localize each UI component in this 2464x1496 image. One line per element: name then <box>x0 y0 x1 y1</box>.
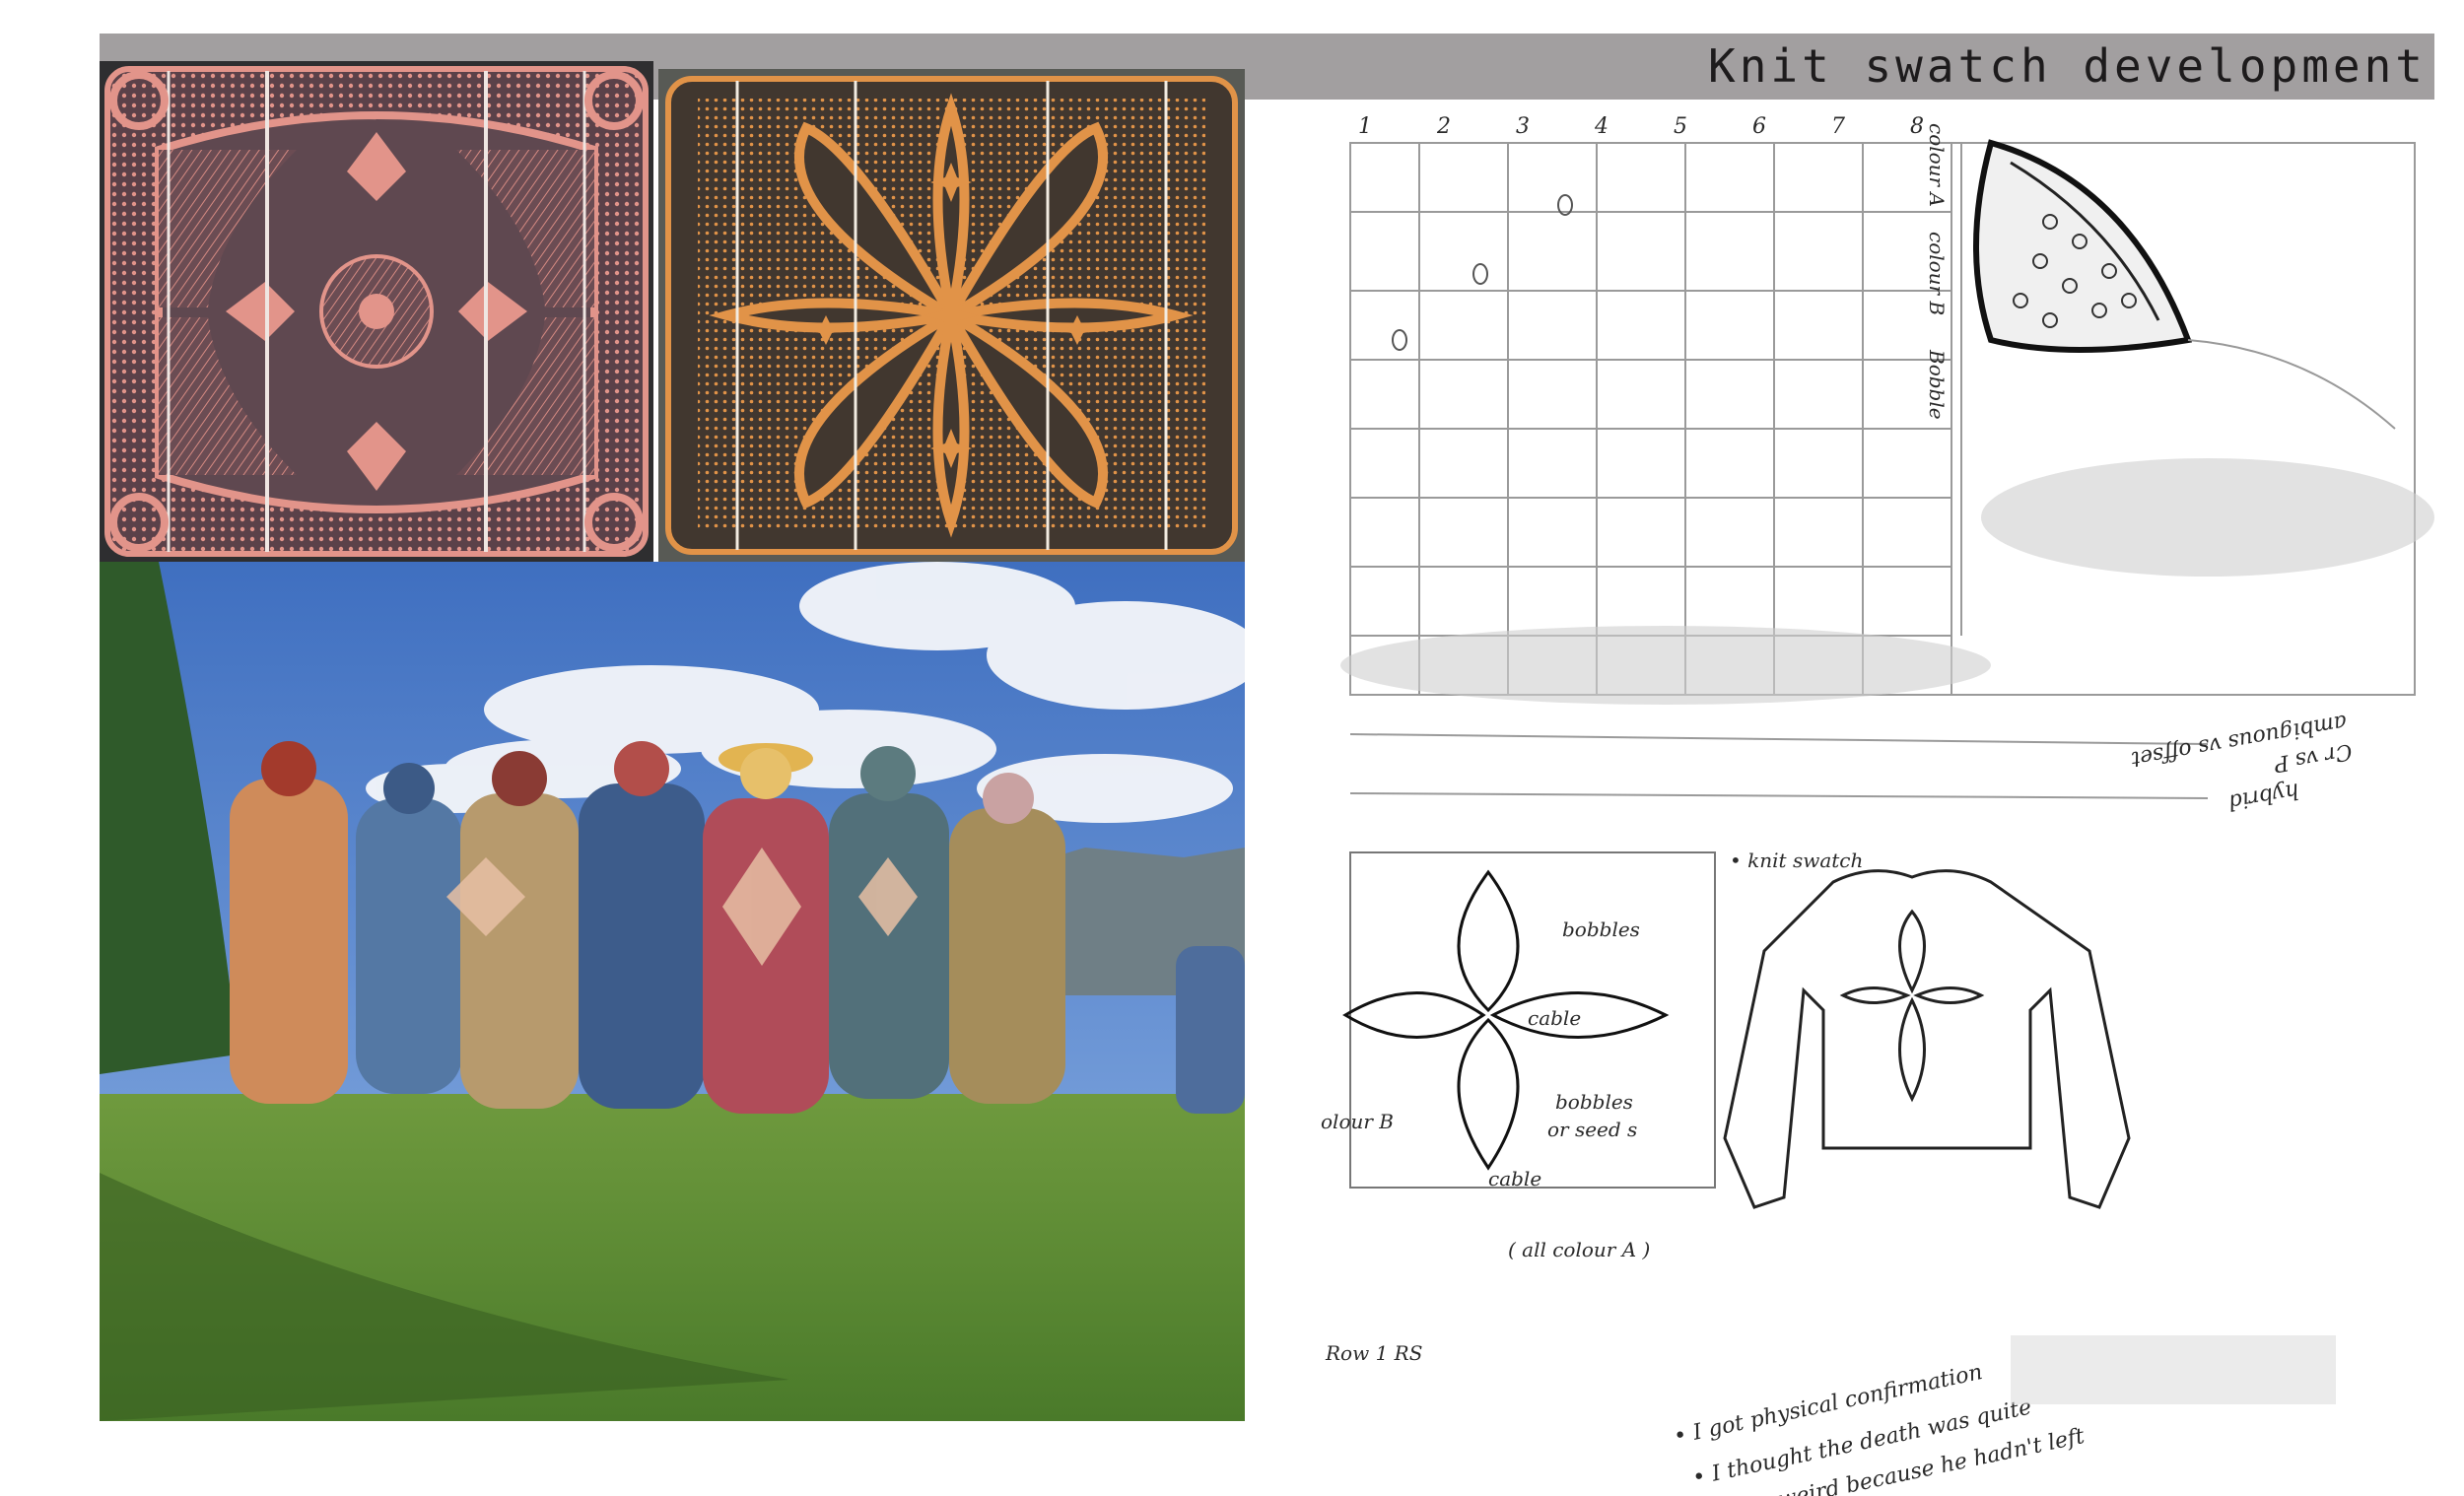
note-all-colour: ( all colour A ) <box>1508 1238 1650 1261</box>
note-bobbles-2: bobbles <box>1555 1090 1633 1114</box>
note-cable: cable <box>1528 1006 1581 1030</box>
svg-text:7: 7 <box>1831 114 1845 139</box>
blanket-orange-image <box>665 76 1238 555</box>
people-in-blankets-photo <box>100 562 1245 1421</box>
svg-text:5: 5 <box>1674 114 1687 139</box>
page-title: Knit swatch development <box>1708 39 2427 93</box>
note-knit-swatch: • knit swatch <box>1730 849 1863 872</box>
svg-text:4: 4 <box>1594 114 1608 139</box>
note-cable-bottom: cable <box>1488 1167 1541 1190</box>
note-row-label: Row 1 RS <box>1325 1341 1422 1365</box>
note-bobbles: bobbles <box>1562 918 1640 941</box>
svg-text:3: 3 <box>1516 114 1530 139</box>
leaf-motif <box>1973 139 2396 430</box>
svg-text:8: 8 <box>1910 114 1924 139</box>
sketch-drawing: 1 2 3 4 5 6 7 8 colour A colour B Bobble <box>1321 114 2434 1496</box>
chart-column-numbers: 1 2 3 4 5 6 7 8 <box>1358 114 1924 139</box>
landscape-image <box>100 562 1245 1421</box>
note-colour-b-side: olour B <box>1321 1110 1394 1133</box>
legend-colour-b: colour B <box>1925 232 1949 315</box>
blanket-photo-orange <box>658 69 1245 562</box>
svg-text:1: 1 <box>1358 114 1372 139</box>
svg-text:6: 6 <box>1752 114 1766 139</box>
knit-swatch-sketch: 1 2 3 4 5 6 7 8 colour A colour B Bobble <box>1321 103 2434 1496</box>
blanket-photo-pink <box>100 61 653 562</box>
blanket-pink-image <box>104 66 649 557</box>
note-hybrid: hybrid <box>2226 778 2301 814</box>
legend-colour-a: colour A <box>1925 123 1949 207</box>
svg-text:2: 2 <box>1436 114 1451 139</box>
sweater-sketch <box>1723 869 2131 1209</box>
legend-bobble: Bobble <box>1925 349 1949 420</box>
note-or-seed: or seed s <box>1547 1118 1637 1141</box>
